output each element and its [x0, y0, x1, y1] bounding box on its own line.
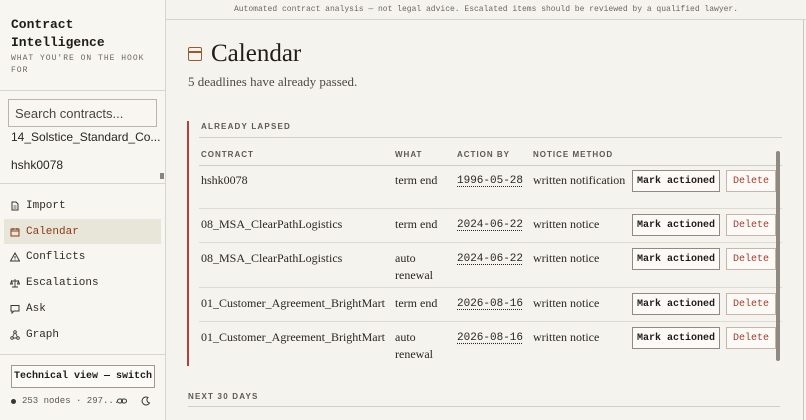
status-text: 253 nodes · 297...: [22, 396, 120, 406]
notice-method: written notification: [533, 173, 626, 187]
mark-actioned-button[interactable]: Mark actioned: [632, 214, 720, 236]
column-header-action-by: ACTION BY: [457, 150, 510, 159]
table-row: 01_Customer_Agreement_BrightMart auto re…: [199, 323, 782, 366]
nav-label: Calendar: [26, 225, 79, 238]
deadline-type: auto renewal: [395, 251, 433, 282]
section-heading: ALREADY LAPSED: [201, 122, 291, 131]
warning-icon: [9, 251, 21, 262]
calendar-icon: [188, 47, 202, 61]
nav-item-ask[interactable]: Ask: [4, 296, 161, 321]
action-by-date: 1996-05-28: [457, 175, 524, 187]
graph-icon: [10, 329, 20, 340]
table-row: 08_MSA_ClearPathLogistics term end 2024-…: [199, 210, 782, 243]
contract-name[interactable]: hshk0078: [201, 172, 248, 189]
table-row: 01_Customer_Agreement_BrightMart term en…: [199, 289, 782, 322]
sidebar: Contract Intelligence WHAT YOU'RE ON THE…: [0, 0, 166, 420]
recent-contract-item[interactable]: 14_Solstice_Standard_Co...: [11, 130, 161, 144]
divider: [0, 354, 165, 355]
moon-icon[interactable]: [141, 396, 151, 410]
contract-name[interactable]: 01_Customer_Agreement_BrightMart: [201, 295, 385, 312]
contract-name[interactable]: 08_MSA_ClearPathLogistics: [201, 216, 342, 233]
lapsed-section: ALREADY LAPSED CONTRACT WHAT ACTION BY N…: [187, 121, 787, 366]
nav-label: Escalations: [26, 276, 99, 289]
app-tagline: WHAT YOU'RE ON THE HOOK FOR: [11, 54, 145, 75]
mark-actioned-button[interactable]: Mark actioned: [632, 293, 720, 315]
delete-button[interactable]: Delete: [726, 214, 776, 236]
delete-button[interactable]: Delete: [726, 248, 776, 270]
page-title: Calendar: [211, 40, 302, 67]
notice-method: written notice: [533, 330, 600, 344]
sidebar-scrollbar[interactable]: [160, 173, 164, 179]
column-header-what: WHAT: [395, 150, 423, 159]
chat-icon: [10, 304, 20, 314]
page-subtitle: 5 deadlines have already passed.: [188, 74, 358, 89]
deadline-type: auto renewal: [395, 330, 433, 361]
link-icon[interactable]: [117, 396, 127, 410]
delete-button[interactable]: Delete: [726, 327, 776, 349]
column-header-contract: CONTRACT: [201, 150, 254, 159]
nav-item-conflicts[interactable]: Conflicts: [4, 244, 161, 269]
search-input[interactable]: [8, 99, 157, 127]
nav-item-graph[interactable]: Graph: [4, 322, 161, 347]
divider: [188, 406, 780, 407]
status-dot-icon: [11, 398, 16, 404]
graph-status: 253 nodes · 297...: [11, 396, 163, 406]
deadline-type: term end: [395, 296, 438, 310]
nav-item-import[interactable]: Import: [4, 193, 161, 218]
table-row: hshk0078 term end 1996-05-28 written not…: [199, 166, 782, 209]
notice-method: written notice: [533, 251, 600, 265]
scales-icon: [9, 278, 21, 288]
divider: [199, 137, 782, 138]
mark-actioned-button[interactable]: Mark actioned: [632, 248, 720, 270]
nav-label: Graph: [26, 328, 60, 341]
window-edge: [803, 20, 804, 420]
deadline-type: term end: [395, 217, 438, 231]
section-heading: NEXT 30 DAYS: [188, 392, 259, 401]
contract-name[interactable]: 08_MSA_ClearPathLogistics: [201, 250, 342, 267]
technical-view-button[interactable]: Technical view — switch: [11, 365, 155, 388]
action-by-date: 2026-08-16: [457, 298, 524, 310]
table-row: 08_MSA_ClearPathLogistics auto renewal 2…: [199, 244, 782, 288]
nav-label: Import: [26, 199, 66, 212]
nav-label: Ask: [26, 302, 46, 315]
action-by-date: 2024-06-22: [457, 219, 524, 231]
action-by-date: 2024-06-22: [457, 253, 524, 265]
mark-actioned-button[interactable]: Mark actioned: [632, 170, 720, 192]
disclaimer-banner: Automated contract analysis — not legal …: [166, 0, 806, 20]
recent-contract-item[interactable]: hshk0078: [11, 158, 161, 172]
mark-actioned-button[interactable]: Mark actioned: [632, 327, 720, 349]
delete-button[interactable]: Delete: [726, 293, 776, 315]
action-by-date: 2026-08-16: [457, 332, 524, 344]
notice-method: written notice: [533, 217, 600, 231]
delete-button[interactable]: Delete: [726, 170, 776, 192]
table-scrollbar[interactable]: [776, 151, 780, 361]
column-header-notice-method: NOTICE METHOD: [533, 150, 614, 159]
divider: [0, 90, 165, 91]
contract-name[interactable]: 01_Customer_Agreement_BrightMart: [201, 329, 385, 346]
nav-item-calendar[interactable]: Calendar: [4, 219, 161, 244]
page-header: Calendar: [188, 40, 301, 68]
calendar-icon: [10, 227, 20, 237]
nav-label: Conflicts: [26, 250, 86, 263]
deadline-type: term end: [395, 173, 438, 187]
document-icon: [10, 201, 20, 211]
nav-item-escalations[interactable]: Escalations: [4, 270, 161, 295]
app-brand: Contract Intelligence: [11, 17, 105, 50]
notice-method: written notice: [533, 296, 600, 310]
divider: [0, 183, 165, 184]
